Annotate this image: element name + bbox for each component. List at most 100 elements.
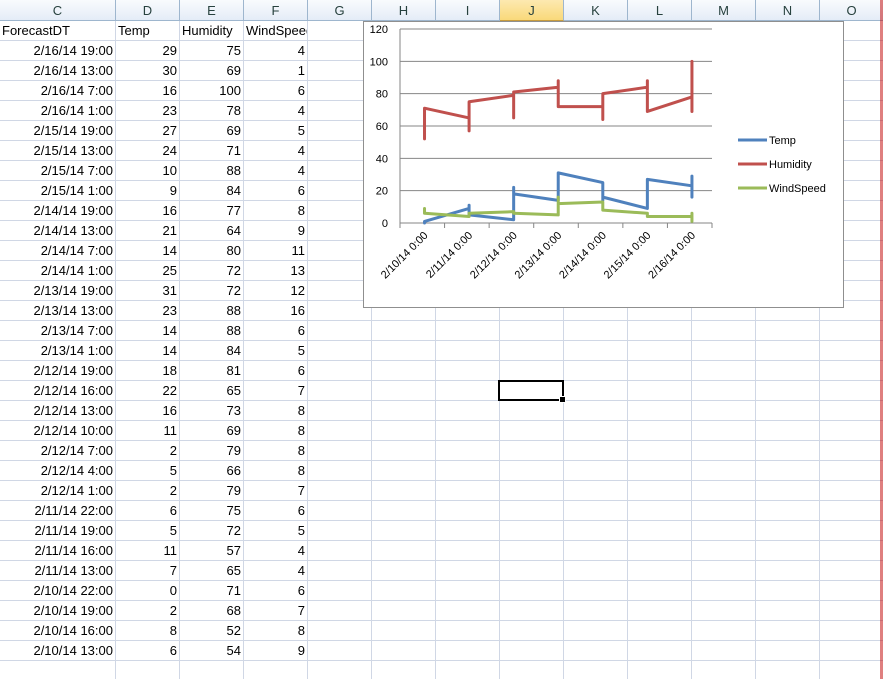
- table-cell[interactable]: 69: [181, 61, 241, 81]
- active-cell-J19[interactable]: [498, 380, 566, 403]
- table-cell[interactable]: 2/15/14 7:00: [1, 161, 113, 181]
- table-cell[interactable]: 11: [117, 421, 178, 441]
- table-cell[interactable]: 77: [181, 201, 241, 221]
- table-cell[interactable]: 2/11/14 16:00: [1, 541, 113, 561]
- table-cell[interactable]: 2/12/14 4:00: [1, 461, 113, 481]
- table-cell[interactable]: 2/11/14 13:00: [1, 561, 113, 581]
- table-cell[interactable]: 9: [245, 221, 305, 241]
- column-header-k[interactable]: K: [564, 0, 628, 21]
- table-cell[interactable]: 2/15/14 13:00: [1, 141, 113, 161]
- table-cell[interactable]: 22: [117, 381, 177, 401]
- table-cell[interactable]: 8: [245, 201, 305, 221]
- table-cell[interactable]: 0: [117, 581, 177, 601]
- table-cell[interactable]: 2: [117, 441, 177, 461]
- table-cell[interactable]: 6: [245, 321, 305, 341]
- table-cell[interactable]: 16: [117, 401, 177, 421]
- table-cell[interactable]: 8: [245, 621, 305, 641]
- table-cell[interactable]: 16: [245, 301, 305, 321]
- table-cell[interactable]: 7: [245, 601, 305, 621]
- table-cell[interactable]: 2/13/14 19:00: [1, 281, 113, 301]
- table-cell[interactable]: 72: [181, 261, 241, 281]
- header-cell-forecastdt[interactable]: ForecastDT: [2, 21, 115, 41]
- table-cell[interactable]: 6: [117, 501, 177, 521]
- table-cell[interactable]: 65: [181, 381, 241, 401]
- table-cell[interactable]: 24: [117, 141, 177, 161]
- table-cell[interactable]: 4: [245, 161, 305, 181]
- table-cell[interactable]: 29: [117, 41, 177, 61]
- table-cell[interactable]: 71: [181, 581, 241, 601]
- table-cell[interactable]: 2: [117, 601, 177, 621]
- column-header-g[interactable]: G: [308, 0, 372, 21]
- table-cell[interactable]: 69: [181, 121, 241, 141]
- table-cell[interactable]: 84: [181, 341, 241, 361]
- table-cell[interactable]: 9: [117, 181, 177, 201]
- column-header-f[interactable]: F: [244, 0, 308, 21]
- table-cell[interactable]: 5: [117, 461, 177, 481]
- table-cell[interactable]: 71: [181, 141, 241, 161]
- table-cell[interactable]: 12: [245, 281, 305, 301]
- table-cell[interactable]: 2/12/14 13:00: [1, 401, 113, 421]
- fill-handle[interactable]: [559, 396, 566, 403]
- table-cell[interactable]: 65: [181, 561, 241, 581]
- table-cell[interactable]: 11: [245, 241, 306, 261]
- table-cell[interactable]: 69: [181, 421, 241, 441]
- column-header-d[interactable]: D: [116, 0, 180, 21]
- table-cell[interactable]: 5: [117, 521, 177, 541]
- table-cell[interactable]: 2/16/14 7:00: [1, 81, 113, 101]
- table-cell[interactable]: 80: [181, 241, 241, 261]
- table-cell[interactable]: 6: [245, 581, 305, 601]
- table-cell[interactable]: 88: [181, 321, 241, 341]
- table-cell[interactable]: 2/16/14 19:00: [1, 41, 113, 61]
- table-cell[interactable]: 79: [181, 481, 241, 501]
- table-cell[interactable]: 2/14/14 13:00: [1, 221, 113, 241]
- table-cell[interactable]: 79: [181, 441, 241, 461]
- table-cell[interactable]: 5: [245, 341, 305, 361]
- table-cell[interactable]: 4: [245, 561, 305, 581]
- table-cell[interactable]: 57: [181, 541, 241, 561]
- table-cell[interactable]: 2/12/14 1:00: [1, 481, 113, 501]
- table-cell[interactable]: 30: [117, 61, 177, 81]
- table-cell[interactable]: 16: [117, 81, 177, 101]
- table-cell[interactable]: 5: [245, 521, 305, 541]
- table-cell[interactable]: 2/15/14 1:00: [1, 181, 113, 201]
- table-cell[interactable]: 88: [181, 301, 241, 321]
- table-cell[interactable]: 27: [117, 121, 177, 141]
- table-cell[interactable]: 2/11/14 19:00: [1, 521, 113, 541]
- table-cell[interactable]: 25: [117, 261, 177, 281]
- table-cell[interactable]: 75: [181, 501, 241, 521]
- table-cell[interactable]: 72: [181, 281, 241, 301]
- line-chart[interactable]: 0204060801001202/10/14 0:002/11/14 0:002…: [364, 22, 843, 307]
- table-cell[interactable]: 11: [117, 541, 178, 561]
- column-header-n[interactable]: N: [756, 0, 820, 21]
- table-cell[interactable]: 2/12/14 7:00: [1, 441, 113, 461]
- table-cell[interactable]: 54: [181, 641, 241, 661]
- column-header-c[interactable]: C: [0, 0, 116, 21]
- table-cell[interactable]: 6: [117, 641, 177, 661]
- table-cell[interactable]: 16: [117, 201, 177, 221]
- table-cell[interactable]: 6: [245, 181, 305, 201]
- table-cell[interactable]: 14: [117, 321, 177, 341]
- table-cell[interactable]: 1: [245, 61, 305, 81]
- column-header-m[interactable]: M: [692, 0, 756, 21]
- column-header-o[interactable]: O: [820, 0, 883, 21]
- table-cell[interactable]: 7: [245, 481, 305, 501]
- table-cell[interactable]: 64: [181, 221, 241, 241]
- column-header-e[interactable]: E: [180, 0, 244, 21]
- table-cell[interactable]: 8: [117, 621, 177, 641]
- table-cell[interactable]: 23: [117, 101, 177, 121]
- table-cell[interactable]: 2/14/14 1:00: [1, 261, 113, 281]
- column-header-j[interactable]: J: [500, 0, 564, 21]
- table-cell[interactable]: 2/10/14 16:00: [1, 621, 113, 641]
- table-cell[interactable]: 2: [117, 481, 177, 501]
- table-cell[interactable]: 8: [245, 461, 305, 481]
- table-cell[interactable]: 2/15/14 19:00: [1, 121, 113, 141]
- table-cell[interactable]: 23: [117, 301, 177, 321]
- table-cell[interactable]: 8: [245, 401, 305, 421]
- table-cell[interactable]: 13: [245, 261, 305, 281]
- table-cell[interactable]: 9: [245, 641, 305, 661]
- table-cell[interactable]: 66: [181, 461, 241, 481]
- table-cell[interactable]: 2/16/14 1:00: [1, 101, 113, 121]
- table-cell[interactable]: 2/12/14 10:00: [1, 421, 113, 441]
- table-cell[interactable]: 10: [117, 161, 177, 181]
- table-cell[interactable]: 2/14/14 7:00: [1, 241, 113, 261]
